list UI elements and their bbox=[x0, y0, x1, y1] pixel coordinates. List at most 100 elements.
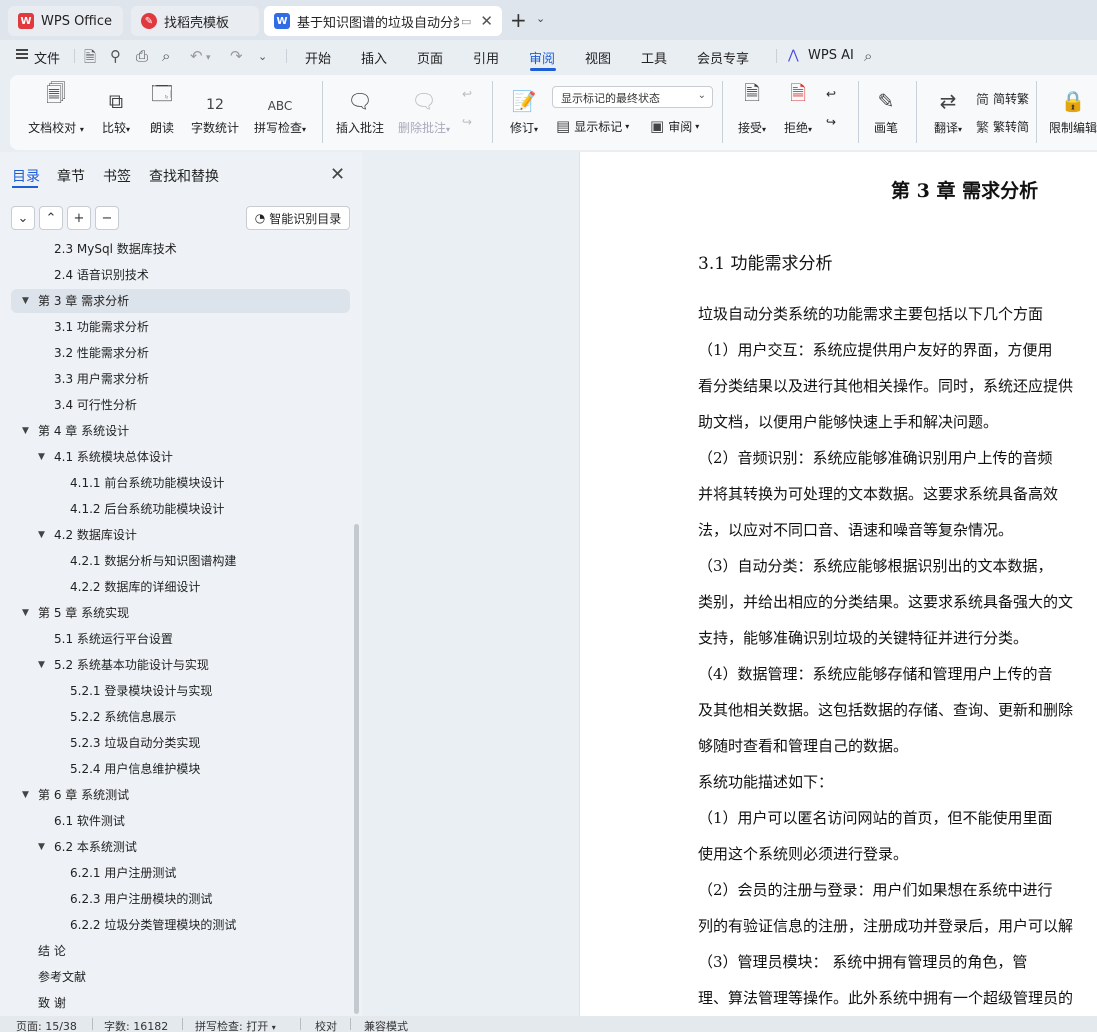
toc-scrollbar[interactable] bbox=[354, 524, 359, 1014]
remove-heading-minus-icon[interactable]: − bbox=[95, 206, 119, 230]
menu-review[interactable]: 审阅 bbox=[529, 48, 555, 67]
toc-item[interactable]: 3.4 可行性分析 bbox=[0, 393, 350, 417]
nav-tab-chapters[interactable]: 章节 bbox=[57, 166, 85, 186]
status-word-count[interactable]: 字数: 16182 bbox=[104, 1018, 168, 1032]
toc-item[interactable]: 结 论 bbox=[0, 939, 350, 963]
markup-state-select[interactable]: 显示标记的最终状态 ⌄ bbox=[552, 86, 713, 108]
expand-triangle-icon[interactable]: ▼ bbox=[38, 445, 45, 469]
print-icon[interactable]: ⎙ bbox=[136, 47, 148, 65]
close-panel-icon[interactable]: ✕ bbox=[330, 164, 345, 185]
simplified-to-traditional-button[interactable]: 简 简转繁 bbox=[976, 89, 1029, 108]
delete-comment-button[interactable]: 🗨 删除批注▾ bbox=[394, 83, 454, 136]
toc-item[interactable]: 5.2.4 用户信息维护模块 bbox=[0, 757, 350, 781]
toc-item[interactable]: ▼ 5.2 系统基本功能设计与实现 bbox=[0, 653, 350, 677]
expand-chevron-up-icon[interactable]: ⌃ bbox=[39, 206, 63, 230]
expand-triangle-icon[interactable]: ▼ bbox=[38, 653, 45, 677]
toc-item[interactable]: 6.2.2 垃圾分类管理模块的测试 bbox=[0, 913, 350, 937]
expand-triangle-icon[interactable]: ▼ bbox=[38, 835, 45, 859]
expand-triangle-icon[interactable]: ▼ bbox=[22, 289, 29, 313]
menu-view[interactable]: 视图 bbox=[585, 48, 611, 67]
expand-triangle-icon[interactable]: ▼ bbox=[38, 523, 45, 547]
toc-item[interactable]: ▼ 4.1 系统模块总体设计 bbox=[0, 445, 350, 469]
menu-tools[interactable]: 工具 bbox=[641, 48, 667, 67]
menu-insert[interactable]: 插入 bbox=[361, 48, 387, 67]
toc-item[interactable]: 5.1 系统运行平台设置 bbox=[0, 627, 350, 651]
accept-button[interactable]: 🗎 接受▾ bbox=[732, 81, 772, 136]
reject-button[interactable]: 🗎 拒绝▾ bbox=[778, 81, 818, 136]
compare-button[interactable]: ⧉ 比较▾ bbox=[96, 83, 136, 136]
nav-tab-bookmarks[interactable]: 书签 bbox=[103, 166, 131, 186]
traditional-to-simplified-button[interactable]: 繁 繁转简 bbox=[976, 117, 1029, 136]
toc-item[interactable]: 4.1.2 后台系统功能模块设计 bbox=[0, 497, 350, 521]
toc-item[interactable]: 5.2.1 登录模块设计与实现 bbox=[0, 679, 350, 703]
toc-item[interactable]: 6.2.1 用户注册测试 bbox=[0, 861, 350, 885]
menu-page[interactable]: 页面 bbox=[417, 48, 443, 67]
restrict-edit-button[interactable]: 🔒 限制编辑 bbox=[1046, 83, 1097, 136]
toc-item[interactable]: 3.1 功能需求分析 bbox=[0, 315, 350, 339]
toc-item[interactable]: ▼ 4.2 数据库设计 bbox=[0, 523, 350, 547]
smart-toc-button[interactable]: ◔ 智能识别目录 bbox=[246, 206, 350, 230]
toc-item[interactable]: 6.2.3 用户注册模块的测试 bbox=[0, 887, 350, 911]
show-markup-button[interactable]: ▤ 显示标记 ▾ bbox=[556, 117, 629, 135]
toc-item[interactable]: ▼ 第 5 章 系统实现 bbox=[0, 601, 350, 625]
nav-tab-find-replace[interactable]: 查找和替换 bbox=[149, 166, 219, 186]
menu-start[interactable]: 开始 bbox=[305, 48, 331, 67]
document-page[interactable]: 第 3 章 需求分析 3.1 功能需求分析 垃圾自动分类系统的功能需求主要包括以… bbox=[579, 152, 1097, 1016]
tab-wps-office[interactable]: W WPS Office bbox=[8, 6, 123, 36]
add-heading-plus-icon[interactable]: + bbox=[67, 206, 91, 230]
toc-item[interactable]: 参考文献 bbox=[0, 965, 350, 989]
nav-tab-toc[interactable]: 目录 bbox=[12, 166, 40, 186]
revise-button[interactable]: 📝 修订▾ bbox=[504, 83, 544, 136]
toc-item[interactable]: 4.2.1 数据分析与知识图谱构建 bbox=[0, 549, 350, 573]
tab-document[interactable]: W 基于知识图谱的垃圾自动分类系 ▭ ✕ bbox=[264, 6, 502, 36]
undo-dropdown-icon[interactable]: ▾ bbox=[206, 53, 211, 63]
print-preview-icon[interactable]: ⌕ bbox=[162, 47, 170, 65]
collapse-all-chevron-down-icon[interactable]: ⌄ bbox=[11, 206, 35, 230]
menu-member[interactable]: 会员专享 bbox=[697, 48, 749, 67]
search-icon[interactable]: ⌕ bbox=[864, 47, 872, 65]
toc-item[interactable]: 5.2.2 系统信息展示 bbox=[0, 705, 350, 729]
toc-item[interactable]: 2.3 MySql 数据库技术 bbox=[0, 238, 350, 261]
next-change-icon[interactable]: ↪ bbox=[826, 115, 836, 129]
tab-list-chevron-icon[interactable]: ⌄ bbox=[536, 12, 545, 25]
expand-triangle-icon[interactable]: ▼ bbox=[22, 601, 29, 625]
review-pane-button[interactable]: ▣ 审阅 ▾ bbox=[650, 117, 699, 135]
prev-comment-icon[interactable]: ↩ bbox=[462, 87, 472, 101]
translate-button[interactable]: ⇄ 翻译▾ bbox=[928, 83, 968, 136]
doc-check-button[interactable]: 🗐 文档校对 ▾ bbox=[26, 81, 86, 136]
insert-comment-button[interactable]: 🗨 插入批注 bbox=[332, 83, 388, 136]
share-icon[interactable]: ⚲ bbox=[110, 47, 121, 65]
next-comment-icon[interactable]: ↪ bbox=[462, 115, 472, 129]
word-count-button[interactable]: 12 字数统计 bbox=[188, 83, 242, 136]
status-page[interactable]: 页面: 15/38 bbox=[16, 1018, 77, 1032]
undo-icon[interactable]: ↶ bbox=[190, 47, 203, 65]
hamburger-menu-icon[interactable] bbox=[16, 49, 28, 59]
expand-triangle-icon[interactable]: ▼ bbox=[22, 783, 29, 807]
toc-item[interactable]: ▼ 第 6 章 系统测试 bbox=[0, 783, 350, 807]
pen-button[interactable]: ✎ 画笔 bbox=[870, 83, 902, 136]
close-tab-icon[interactable]: ✕ bbox=[480, 12, 493, 30]
menu-file[interactable]: 文件 bbox=[34, 48, 60, 67]
toc-item[interactable]: 4.1.1 前台系统功能模块设计 bbox=[0, 471, 350, 495]
toc-item[interactable]: ▼ 第 4 章 系统设计 bbox=[0, 419, 350, 443]
menu-wps-ai[interactable]: WPS AI bbox=[808, 48, 854, 63]
toc-item[interactable]: 2.4 语音识别技术 bbox=[0, 263, 350, 287]
toc-item[interactable]: ▼ 第 3 章 需求分析 bbox=[11, 289, 350, 313]
status-proofread[interactable]: 校对 bbox=[315, 1018, 337, 1032]
spell-check-button[interactable]: ABC 拼写检查▾ bbox=[248, 83, 312, 136]
menu-reference[interactable]: 引用 bbox=[473, 48, 499, 67]
status-spell-check[interactable]: 拼写检查: 打开 ▾ bbox=[195, 1018, 276, 1032]
read-aloud-button[interactable]: 🗔 朗读 bbox=[146, 81, 178, 136]
toc-item[interactable]: 6.1 软件测试 bbox=[0, 809, 350, 833]
save-icon[interactable]: 🗎 bbox=[84, 47, 96, 72]
toc-item[interactable]: 3.2 性能需求分析 bbox=[0, 341, 350, 365]
prev-change-icon[interactable]: ↩ bbox=[826, 87, 836, 101]
toc-item[interactable]: 4.2.2 数据库的详细设计 bbox=[0, 575, 350, 599]
toc-item[interactable]: 致 谢 bbox=[0, 991, 350, 1015]
quick-access-chevron-icon[interactable]: ⌄ bbox=[258, 50, 267, 63]
toc-item[interactable]: 5.2.3 垃圾自动分类实现 bbox=[0, 731, 350, 755]
new-tab-plus-icon[interactable]: + bbox=[510, 8, 527, 32]
screen-icon[interactable]: ▭ bbox=[461, 15, 471, 28]
toc-item[interactable]: 3.3 用户需求分析 bbox=[0, 367, 350, 391]
toc-item[interactable]: ▼ 6.2 本系统测试 bbox=[0, 835, 350, 859]
